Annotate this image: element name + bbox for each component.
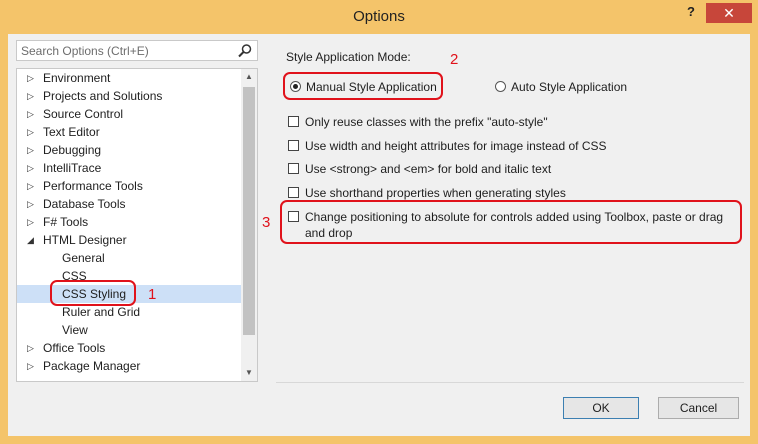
tree-item-label: General <box>62 251 105 265</box>
expand-arrow-icon[interactable]: ▷ <box>27 357 37 375</box>
tree-item-label: Environment <box>43 71 111 85</box>
help-button[interactable]: ? <box>680 4 702 22</box>
tree-item-intellitrace[interactable]: ▷ IntelliTrace <box>17 159 241 177</box>
checkbox-unchecked-icon[interactable] <box>288 187 299 198</box>
annotation-ring-2 <box>283 72 443 100</box>
shorthand-label: Use shorthand properties when generating… <box>305 186 566 200</box>
tree-item-label: F# Tools <box>43 215 89 229</box>
tree-item-label: Projects and Solutions <box>43 89 163 103</box>
checkbox-unchecked-icon[interactable] <box>288 163 299 174</box>
annotation-number-3: 3 <box>262 214 271 231</box>
expand-arrow-icon[interactable]: ▷ <box>27 141 37 159</box>
width-height-label: Use width and height attributes for imag… <box>305 139 607 153</box>
tree-item-label: Database Tools <box>43 197 126 211</box>
radio-unselected-icon[interactable] <box>495 81 506 92</box>
expand-arrow-icon[interactable]: ▷ <box>27 123 37 141</box>
search-icon[interactable] <box>237 43 253 59</box>
window-title: Options <box>353 8 405 25</box>
title-bar[interactable]: Options ? ✕ <box>0 0 758 34</box>
expand-arrow-icon[interactable]: ▷ <box>27 213 37 231</box>
options-tree[interactable]: ▷ Environment ▷ Projects and Solutions ▷… <box>16 68 258 382</box>
tree-item-label: Text Editor <box>43 125 100 139</box>
scroll-up-icon[interactable]: ▲ <box>241 69 257 85</box>
tree-item-office-tools[interactable]: ▷ Office Tools <box>17 339 241 357</box>
annotation-ring-1 <box>50 280 136 306</box>
style-mode-heading: Style Application Mode: <box>286 50 411 64</box>
tree-item-debugging[interactable]: ▷ Debugging <box>17 141 241 159</box>
checkbox-unchecked-icon[interactable] <box>288 116 299 127</box>
expand-arrow-icon[interactable]: ▷ <box>27 69 37 87</box>
tree-item-label: Package Manager <box>43 359 141 373</box>
tree-item-html-designer[interactable]: ◢ HTML Designer <box>17 231 241 249</box>
tree-item-view[interactable]: View <box>17 321 241 339</box>
search-box[interactable] <box>16 40 258 61</box>
tree-scrollbar[interactable]: ▲ ▼ <box>241 69 257 381</box>
checkbox-unchecked-icon[interactable] <box>288 140 299 151</box>
expand-arrow-icon[interactable]: ▷ <box>27 195 37 213</box>
strong-em-label: Use <strong> and <em> for bold and itali… <box>305 162 552 176</box>
tree-item-label: View <box>62 323 88 337</box>
collapse-arrow-icon[interactable]: ◢ <box>27 231 37 249</box>
cancel-button[interactable]: Cancel <box>658 397 739 419</box>
tree-item-text-editor[interactable]: ▷ Text Editor <box>17 123 241 141</box>
tree-item-label: Office Tools <box>43 341 106 355</box>
tree-item-label: HTML Designer <box>43 233 127 247</box>
tree-item-database-tools[interactable]: ▷ Database Tools <box>17 195 241 213</box>
tree-item-package-manager[interactable]: ▷ Package Manager <box>17 357 241 375</box>
tree-item-label: Performance Tools <box>43 179 143 193</box>
tree-item-label: Debugging <box>43 143 102 157</box>
tree-item-label: Source Control <box>43 107 124 121</box>
auto-style-label: Auto Style Application <box>511 80 628 94</box>
tree-item-performance-tools[interactable]: ▷ Performance Tools <box>17 177 241 195</box>
search-input[interactable] <box>21 43 231 58</box>
annotation-number-2: 2 <box>450 51 459 68</box>
reuse-classes-label: Only reuse classes with the prefix "auto… <box>305 115 548 129</box>
ok-button[interactable]: OK <box>563 397 639 419</box>
tree-item-projects-and-solutions[interactable]: ▷ Projects and Solutions <box>17 87 241 105</box>
tree-item-source-control[interactable]: ▷ Source Control <box>17 105 241 123</box>
expand-arrow-icon[interactable]: ▷ <box>27 105 37 123</box>
scroll-thumb[interactable] <box>243 87 255 335</box>
close-button[interactable]: ✕ <box>706 3 752 23</box>
annotation-number-1: 1 <box>148 286 157 303</box>
tree-item-label: IntelliTrace <box>43 161 102 175</box>
expand-arrow-icon[interactable]: ▷ <box>27 339 37 357</box>
tree-item-fsharp-tools[interactable]: ▷ F# Tools <box>17 213 241 231</box>
scroll-down-icon[interactable]: ▼ <box>241 365 257 381</box>
expand-arrow-icon[interactable]: ▷ <box>27 177 37 195</box>
button-divider <box>276 382 744 383</box>
options-dialog: Options ? ✕ ▷ Environment ▷ Projects and… <box>0 0 758 444</box>
expand-arrow-icon[interactable]: ▷ <box>27 159 37 177</box>
annotation-ring-3 <box>280 200 742 244</box>
tree-item-general[interactable]: General <box>17 249 241 267</box>
tree-item-environment[interactable]: ▷ Environment <box>17 69 241 87</box>
expand-arrow-icon[interactable]: ▷ <box>27 87 37 105</box>
